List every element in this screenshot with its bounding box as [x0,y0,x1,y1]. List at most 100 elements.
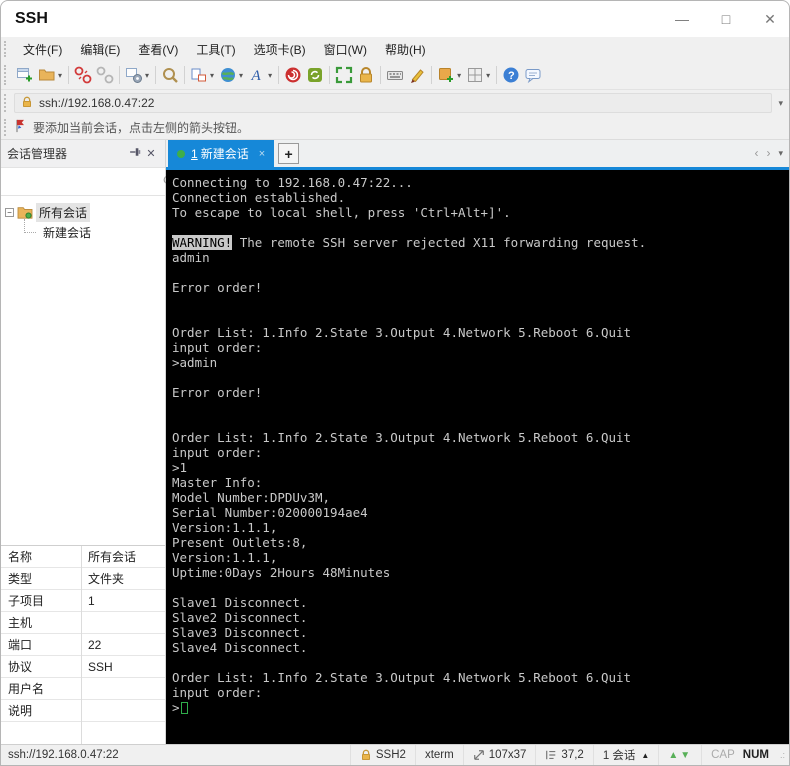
refresh-icon [308,68,323,82]
tree-label-all-sessions[interactable]: 所有会话 [36,202,91,222]
info-message: 要添加当前会话，点击左侧的箭头按钮。 [33,121,250,135]
find-icon [163,68,178,83]
dropdown-arrow-icon[interactable]: ▾ [239,71,243,80]
menu-item-0[interactable]: 文件(F) [14,38,71,61]
new-file-button[interactable]: ▾ [435,64,464,86]
maximize-button[interactable]: □ [715,11,737,27]
log-button[interactable] [282,64,304,86]
terminal-line: To escape to local shell, press 'Ctrl+Al… [172,205,511,220]
terminal-line: Slave2 Disconnect. [172,610,308,625]
highlight-pen-button[interactable] [406,64,428,86]
menu-grip[interactable] [4,40,9,58]
fullscreen-button[interactable] [333,64,355,86]
window-controls: — □ ✕ [671,1,781,37]
disconnect-button[interactable] [72,64,94,86]
grid-view-button[interactable]: ▾ [464,64,493,86]
refresh-button[interactable] [304,64,326,86]
terminal-line: Slave1 Disconnect. [172,595,308,610]
pin-icon[interactable] [127,146,143,161]
svg-text:A: A [251,68,262,84]
main-area: 会话管理器 ✕ − 所有会话 新建会话 名称 所有会话 类型 文件夹 子项目 1 主机 端口 2… [1,140,789,745]
session-manager-header: 会话管理器 ✕ [1,140,165,168]
scroll-arrows-icon[interactable]: ▲▼ [658,745,701,765]
new-tab-button[interactable]: + [278,143,300,164]
property-row-1: 类型 文件夹 [1,568,165,590]
terminal-line: Uptime:0Days 2Hours 48Minutes [172,565,391,580]
new-session-button[interactable] [14,64,36,86]
reconnect-button[interactable] [94,64,116,86]
terminal-line: > [172,700,789,715]
web-button[interactable]: ▾ [217,64,246,86]
session-search-input[interactable] [7,174,162,189]
ssh-client-window: { "window": { "title": "SSH", "minimize"… [0,0,790,766]
menu-item-4[interactable]: 选项卡(B) [245,38,315,61]
tab-scroll-right-icon[interactable]: › [766,146,770,160]
dropdown-arrow-icon[interactable]: ▾ [58,71,62,80]
web-icon [221,68,236,82]
property-label: 类型 [8,572,33,586]
tab-nav-controls: ‹ › ▾ [754,146,783,160]
status-terminal-type[interactable]: xterm [414,745,463,765]
dropdown-arrow-icon[interactable]: ▾ [486,71,490,80]
open-session-button[interactable]: ▾ [36,64,65,86]
dropdown-arrow-icon[interactable]: ▾ [145,71,149,80]
terminal-line: Connecting to 192.168.0.47:22... [172,175,413,190]
toolbar-separator [380,66,382,84]
status-session-count[interactable]: 1 会话 ▲ [592,745,659,765]
flag-icon[interactable] [14,119,27,136]
tab-list-dropdown-icon[interactable]: ▾ [778,148,783,159]
toolbar-grip[interactable] [4,65,9,85]
address-url: ssh://192.168.0.47:22 [39,96,155,110]
status-bar: ssh://192.168.0.47:22 SSH2 xterm 107x37 … [1,744,789,765]
tab-close-icon[interactable]: × [259,148,265,160]
new-file-icon [439,68,454,82]
minimize-button[interactable]: — [671,11,693,27]
tab-new-session[interactable]: 1 新建会话 × [168,140,275,167]
toolbar-separator [329,66,331,84]
resize-grip-icon[interactable]: .: [778,750,789,760]
font-button[interactable]: A ▾ [246,64,275,86]
layout-button[interactable]: ▾ [188,64,217,86]
menu-item-5[interactable]: 窗口(W) [315,38,376,61]
session-properties-button[interactable]: ▾ [123,64,152,86]
property-label: 用户名 [8,682,45,696]
title-bar: SSH — □ ✕ [1,1,789,37]
dropdown-arrow-icon[interactable]: ▾ [210,71,214,80]
terminal-line: Error order! [172,385,263,400]
panel-close-icon[interactable]: ✕ [143,147,159,160]
address-field[interactable]: ssh://192.168.0.47:22 [14,93,773,113]
terminal-line: Version:1.1.1, [172,520,278,535]
terminal-screen[interactable]: Connecting to 192.168.0.47:22... Connecti… [166,170,789,745]
address-grip[interactable] [4,93,9,113]
property-label: 说明 [8,704,33,718]
feedback-button[interactable] [522,64,544,86]
toolbar-separator [184,66,186,84]
toolbar-separator [68,66,70,84]
terminal-line: Order List: 1.Info 2.State 3.Output 4.Ne… [172,430,632,445]
dropdown-arrow-icon[interactable]: ▾ [268,71,272,80]
menu-item-3[interactable]: 工具(T) [187,38,244,61]
tab-scroll-left-icon[interactable]: ‹ [754,146,758,160]
terminal-line: Master Info: [172,475,263,490]
address-dropdown-icon[interactable]: ▾ [776,98,789,109]
menu-item-6[interactable]: 帮助(H) [376,38,435,61]
dropdown-arrow-icon[interactable]: ▾ [457,71,461,80]
tree-label-new-session[interactable]: 新建会话 [40,223,94,242]
terminal-line: Serial Number:020000194ae4 [172,505,368,520]
menu-item-2[interactable]: 查看(V) [129,38,187,61]
virtual-keyboard-button[interactable] [384,64,406,86]
tree-expander-icon[interactable]: − [5,207,14,217]
info-grip[interactable] [4,119,9,136]
log-icon [285,67,301,83]
close-button[interactable]: ✕ [759,11,781,28]
terminal-line: WARNING! The remote SSH server rejected … [172,235,647,250]
help-button[interactable]: ? [500,64,522,86]
find-button[interactable] [159,64,181,86]
menu-item-1[interactable]: 编辑(E) [71,38,129,61]
fullscreen-icon [335,66,353,84]
tree-item-new-session[interactable]: 新建会话 [15,219,165,242]
property-label: 名称 [8,550,33,564]
lock-button[interactable] [355,64,377,86]
